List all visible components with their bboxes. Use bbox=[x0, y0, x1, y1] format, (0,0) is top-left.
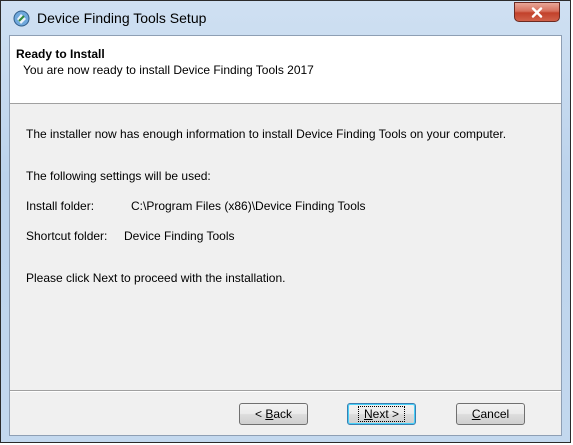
cancel-button[interactable]: Cancel bbox=[456, 403, 525, 425]
back-button-label: ack bbox=[273, 407, 293, 421]
install-folder-label: Install folder: bbox=[26, 199, 95, 213]
back-button-prefix: < bbox=[254, 407, 266, 421]
back-button[interactable]: < Back bbox=[239, 403, 308, 425]
close-button[interactable] bbox=[514, 2, 560, 22]
intro-text: The installer now has enough information… bbox=[26, 127, 507, 141]
page-subtitle: You are now ready to install Device Find… bbox=[23, 63, 314, 77]
next-button-mnemonic: N bbox=[363, 407, 373, 421]
installer-icon bbox=[13, 10, 30, 27]
install-folder-value: C:\Program Files (x86)\Device Finding To… bbox=[131, 199, 366, 213]
instruction-text: Please click Next to proceed with the in… bbox=[26, 271, 286, 285]
button-separator bbox=[10, 390, 561, 392]
close-icon bbox=[531, 6, 543, 18]
settings-heading: The following settings will be used: bbox=[26, 169, 211, 183]
title-bar[interactable]: Device Finding Tools Setup bbox=[1, 1, 570, 35]
setup-window: Device Finding Tools Setup Ready to Inst… bbox=[0, 0, 571, 443]
cancel-button-label: ancel bbox=[480, 407, 510, 421]
dialog-body: Ready to Install You are now ready to in… bbox=[9, 35, 562, 436]
page-title: Ready to Install bbox=[16, 47, 105, 61]
next-button-focus: Next > bbox=[357, 406, 406, 422]
shortcut-folder-value: Device Finding Tools bbox=[124, 229, 235, 243]
window-title: Device Finding Tools Setup bbox=[37, 10, 207, 26]
header-banner: Ready to Install You are now ready to in… bbox=[10, 36, 561, 104]
next-button[interactable]: Next > bbox=[347, 403, 416, 425]
shortcut-folder-label: Shortcut folder: bbox=[26, 229, 108, 243]
next-button-label: ext > bbox=[372, 407, 400, 421]
